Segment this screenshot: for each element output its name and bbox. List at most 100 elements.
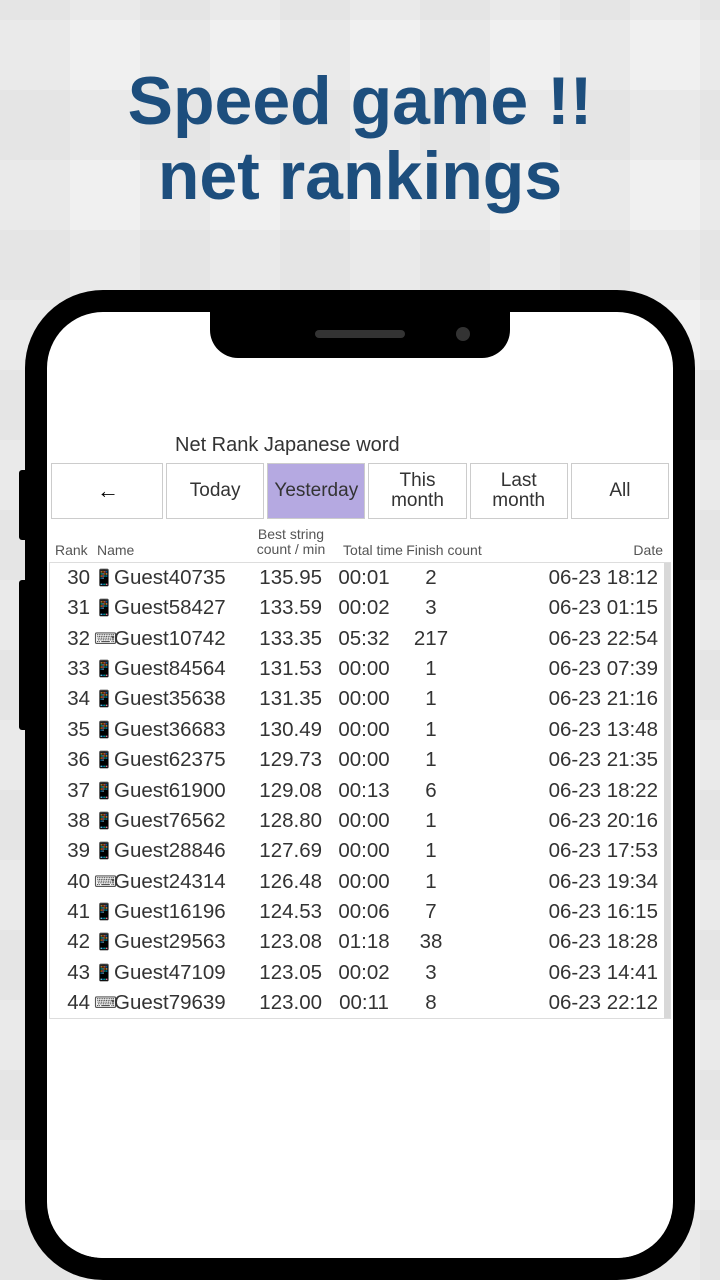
cell-name: Guest28846 bbox=[114, 839, 248, 863]
cell-rank: 30 bbox=[56, 566, 94, 590]
device-icon: ⌨ bbox=[94, 993, 114, 1013]
cell-date: 06-23 01:15 bbox=[462, 596, 664, 620]
screen-title: Net Rank Japanese word bbox=[49, 432, 671, 463]
cell-total: 00:11 bbox=[328, 991, 400, 1015]
cell-best: 135.95 bbox=[248, 566, 328, 590]
cell-finish: 1 bbox=[400, 687, 462, 711]
cell-total: 00:02 bbox=[328, 596, 400, 620]
headline-line-2: net rankings bbox=[0, 139, 720, 214]
device-icon: 📱 bbox=[94, 781, 114, 801]
cell-best: 130.49 bbox=[248, 718, 328, 742]
tab-today[interactable]: Today bbox=[166, 463, 264, 519]
device-icon: 📱 bbox=[94, 963, 114, 983]
cell-best: 133.35 bbox=[248, 627, 328, 651]
cell-date: 06-23 19:34 bbox=[462, 870, 664, 894]
device-icon: 📱 bbox=[94, 568, 114, 588]
cell-finish: 3 bbox=[400, 596, 462, 620]
cell-rank: 41 bbox=[56, 900, 94, 924]
cell-finish: 1 bbox=[400, 748, 462, 772]
table-row[interactable]: 38📱Guest76562128.8000:00106-23 20:16 bbox=[50, 806, 670, 836]
promo-headline: Speed game !! net rankings bbox=[0, 0, 720, 214]
cell-best: 123.05 bbox=[248, 961, 328, 985]
cell-finish: 217 bbox=[400, 627, 462, 651]
cell-name: Guest79639 bbox=[114, 991, 248, 1015]
cell-rank: 40 bbox=[56, 870, 94, 894]
cell-best: 123.00 bbox=[248, 991, 328, 1015]
cell-name: Guest62375 bbox=[114, 748, 248, 772]
cell-best: 128.80 bbox=[248, 809, 328, 833]
cell-total: 00:00 bbox=[328, 718, 400, 742]
table-row[interactable]: 31📱Guest58427133.5900:02306-23 01:15 bbox=[50, 593, 670, 623]
ranking-table[interactable]: 30📱Guest40735135.9500:01206-23 18:1231📱G… bbox=[49, 562, 671, 1020]
col-name: Name bbox=[97, 542, 245, 558]
cell-date: 06-23 18:12 bbox=[462, 566, 664, 590]
cell-date: 06-23 17:53 bbox=[462, 839, 664, 863]
table-row[interactable]: 43📱Guest47109123.0500:02306-23 14:41 bbox=[50, 958, 670, 988]
cell-date: 06-23 20:16 bbox=[462, 809, 664, 833]
cell-date: 06-23 18:22 bbox=[462, 779, 664, 803]
headline-line-1: Speed game !! bbox=[0, 64, 720, 139]
cell-finish: 1 bbox=[400, 657, 462, 681]
phone-side-button bbox=[19, 580, 25, 730]
cell-best: 131.35 bbox=[248, 687, 328, 711]
cell-date: 06-23 13:48 bbox=[462, 718, 664, 742]
table-row[interactable]: 34📱Guest35638131.3500:00106-23 21:16 bbox=[50, 684, 670, 714]
tab-yesterday[interactable]: Yesterday bbox=[267, 463, 365, 519]
table-row[interactable]: 35📱Guest36683130.4900:00106-23 13:48 bbox=[50, 715, 670, 745]
device-icon: 📱 bbox=[94, 689, 114, 709]
col-best: Best string count / min bbox=[245, 527, 337, 558]
cell-name: Guest84564 bbox=[114, 657, 248, 681]
cell-name: Guest47109 bbox=[114, 961, 248, 985]
cell-finish: 8 bbox=[400, 991, 462, 1015]
cell-total: 00:00 bbox=[328, 748, 400, 772]
tab-last-month[interactable]: Last month bbox=[470, 463, 568, 519]
table-row[interactable]: 30📱Guest40735135.9500:01206-23 18:12 bbox=[50, 563, 670, 593]
cell-total: 00:02 bbox=[328, 961, 400, 985]
cell-rank: 34 bbox=[56, 687, 94, 711]
table-row[interactable]: 40⌨Guest24314126.4800:00106-23 19:34 bbox=[50, 867, 670, 897]
cell-best: 131.53 bbox=[248, 657, 328, 681]
table-row[interactable]: 36📱Guest62375129.7300:00106-23 21:35 bbox=[50, 745, 670, 775]
cell-best: 133.59 bbox=[248, 596, 328, 620]
cell-best: 127.69 bbox=[248, 839, 328, 863]
cell-name: Guest35638 bbox=[114, 687, 248, 711]
cell-total: 00:01 bbox=[328, 566, 400, 590]
cell-total: 00:00 bbox=[328, 657, 400, 681]
device-icon: 📱 bbox=[94, 811, 114, 831]
cell-finish: 6 bbox=[400, 779, 462, 803]
cell-name: Guest16196 bbox=[114, 900, 248, 924]
cell-rank: 39 bbox=[56, 839, 94, 863]
cell-date: 06-23 22:12 bbox=[462, 991, 664, 1015]
col-finish: Finish count bbox=[405, 542, 483, 558]
cell-total: 00:00 bbox=[328, 839, 400, 863]
cell-date: 06-23 07:39 bbox=[462, 657, 664, 681]
device-icon: 📱 bbox=[94, 598, 114, 618]
cell-name: Guest29563 bbox=[114, 930, 248, 954]
table-row[interactable]: 44⌨Guest79639123.0000:11806-23 22:12 bbox=[50, 988, 670, 1018]
cell-total: 00:00 bbox=[328, 809, 400, 833]
cell-total: 01:18 bbox=[328, 930, 400, 954]
table-row[interactable]: 39📱Guest28846127.6900:00106-23 17:53 bbox=[50, 836, 670, 866]
cell-best: 129.73 bbox=[248, 748, 328, 772]
cell-total: 00:06 bbox=[328, 900, 400, 924]
cell-finish: 2 bbox=[400, 566, 462, 590]
cell-total: 00:00 bbox=[328, 687, 400, 711]
cell-rank: 42 bbox=[56, 930, 94, 954]
tab-all[interactable]: All bbox=[571, 463, 669, 519]
table-row[interactable]: 37📱Guest61900129.0800:13606-23 18:22 bbox=[50, 775, 670, 805]
table-row[interactable]: 42📱Guest29563123.0801:183806-23 18:28 bbox=[50, 927, 670, 957]
table-row[interactable]: 32⌨Guest10742133.3505:3221706-23 22:54 bbox=[50, 624, 670, 654]
cell-finish: 38 bbox=[400, 930, 462, 954]
tab-this-month[interactable]: This month bbox=[368, 463, 466, 519]
back-button[interactable]: ← bbox=[51, 463, 163, 519]
device-icon: 📱 bbox=[94, 720, 114, 740]
device-icon: 📱 bbox=[94, 659, 114, 679]
table-header-row: Rank Name Best string count / min Total … bbox=[49, 525, 671, 562]
table-row[interactable]: 33📱Guest84564131.5300:00106-23 07:39 bbox=[50, 654, 670, 684]
cell-finish: 1 bbox=[400, 870, 462, 894]
phone-frame: Net Rank Japanese word ← Today Yesterday… bbox=[25, 290, 695, 1280]
table-row[interactable]: 41📱Guest16196124.5300:06706-23 16:15 bbox=[50, 897, 670, 927]
cell-best: 129.08 bbox=[248, 779, 328, 803]
device-icon: ⌨ bbox=[94, 872, 114, 892]
cell-finish: 3 bbox=[400, 961, 462, 985]
